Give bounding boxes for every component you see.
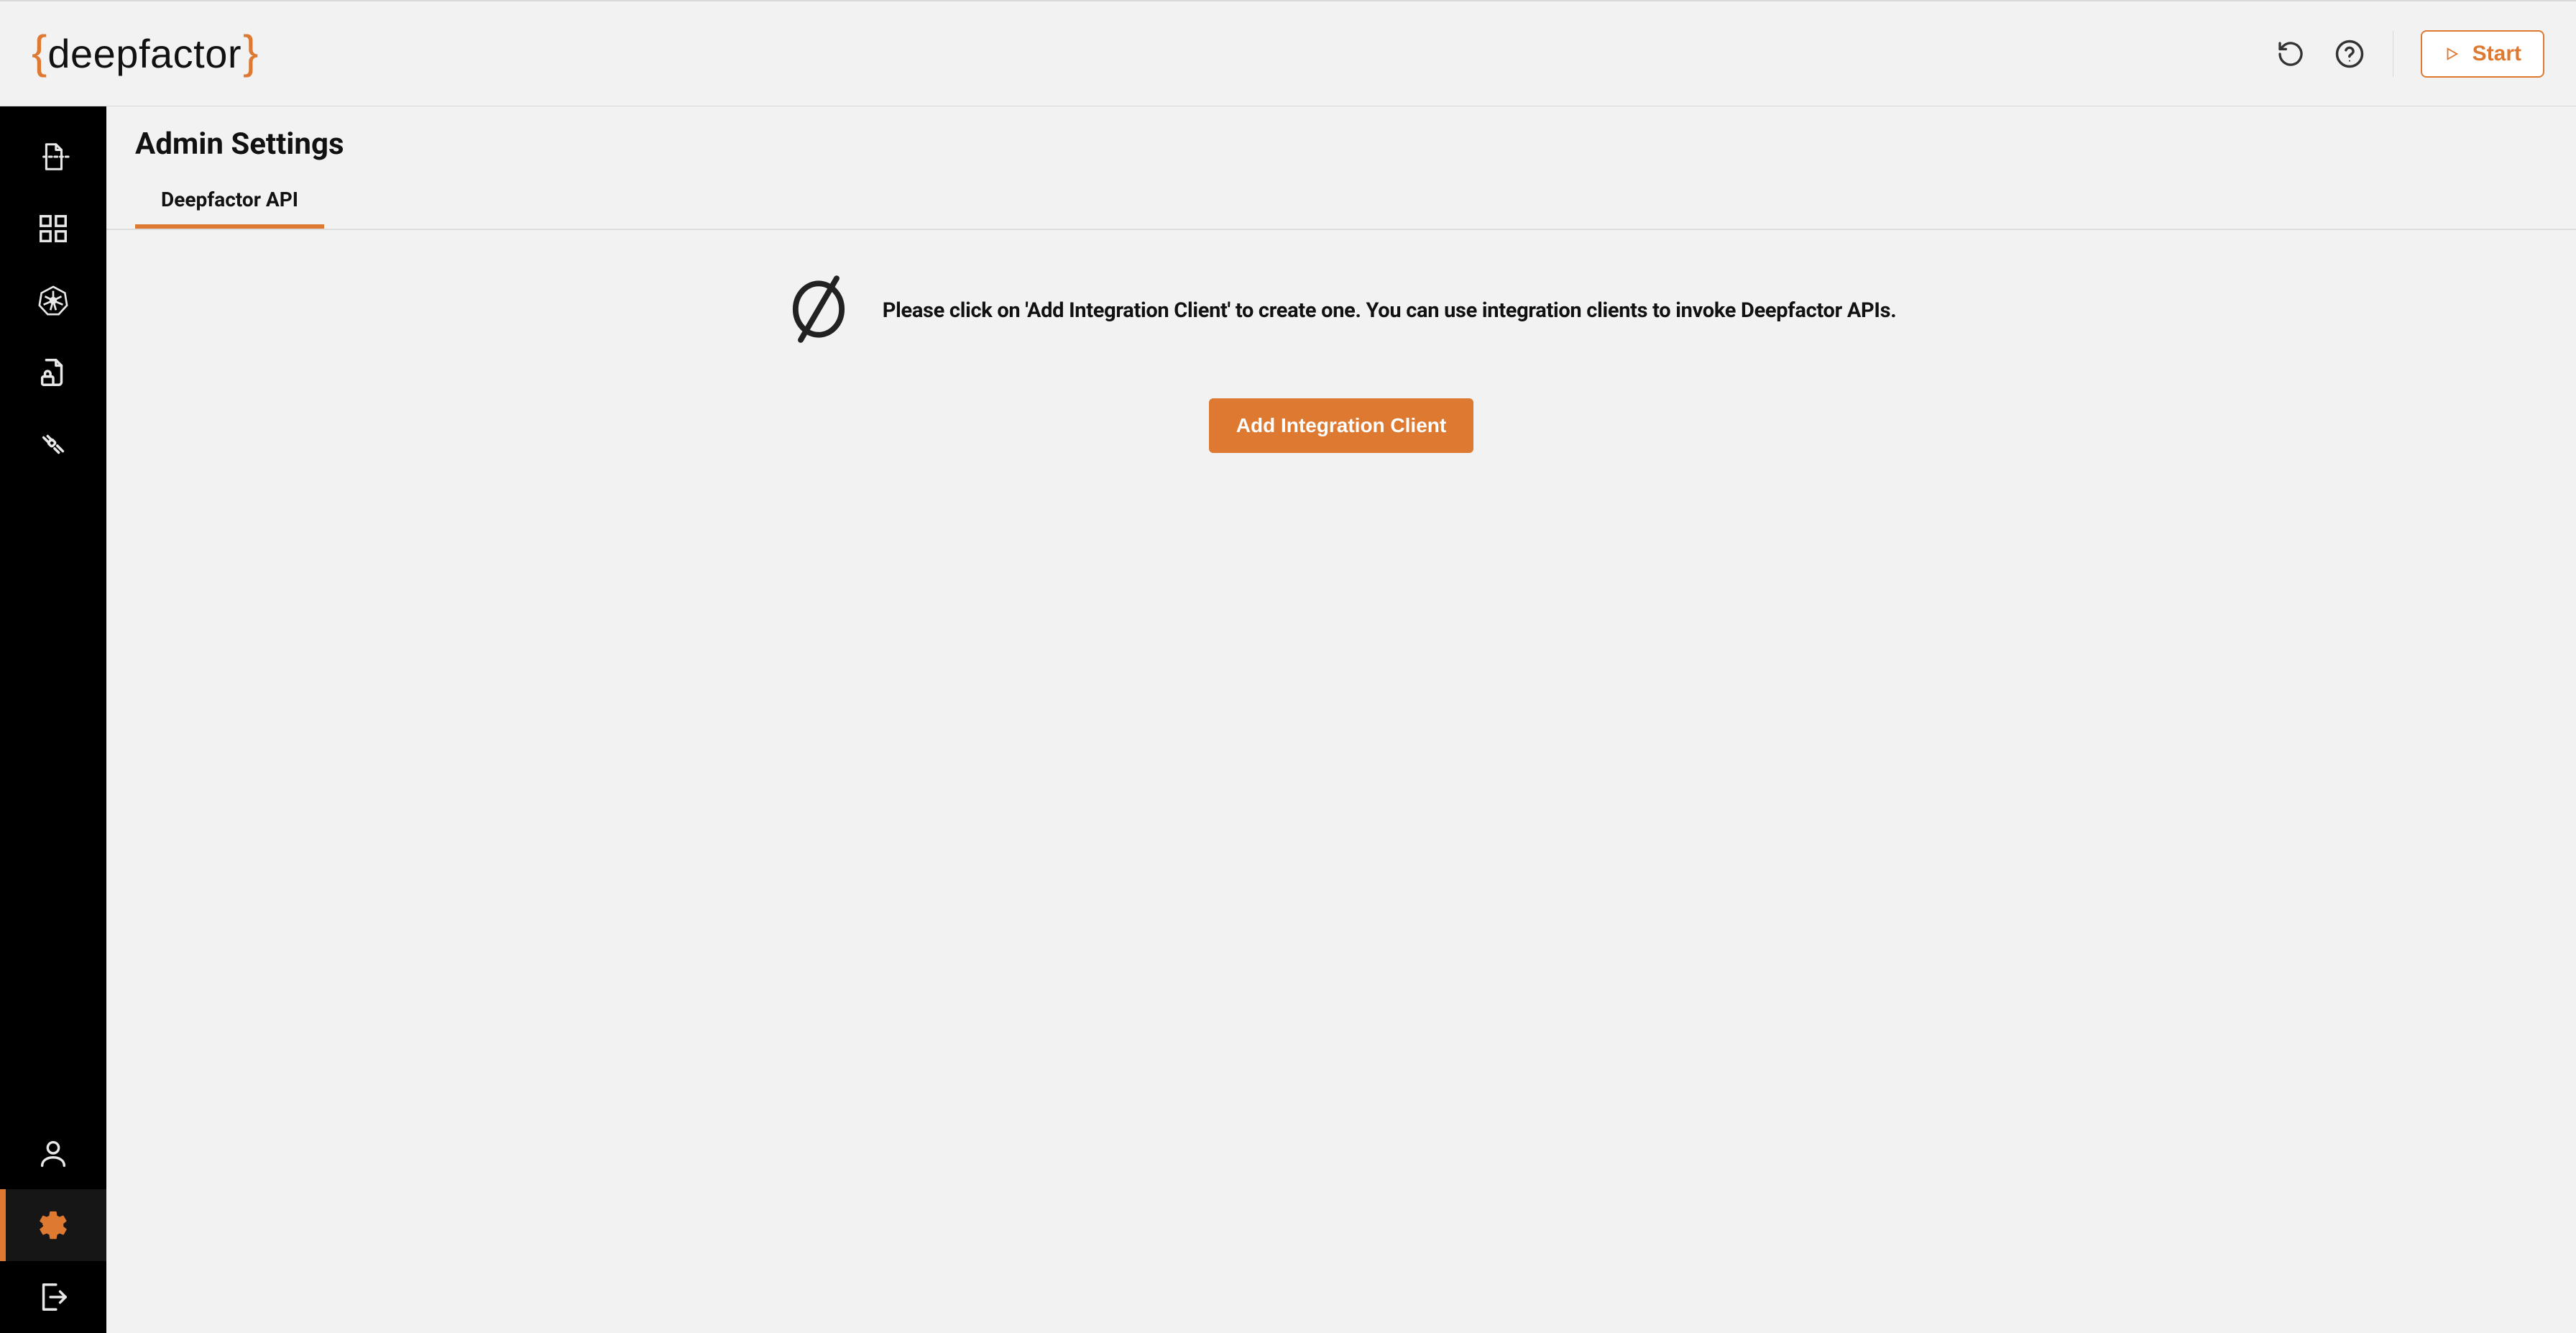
body: Admin Settings Deepfactor API Please cli… bbox=[0, 106, 2576, 1333]
sidebar-item-user[interactable] bbox=[0, 1117, 106, 1189]
add-integration-client-button[interactable]: Add Integration Client bbox=[1209, 398, 1473, 453]
brace-open: { bbox=[32, 25, 46, 78]
sidebar-item-settings[interactable] bbox=[0, 1189, 106, 1261]
help-button[interactable] bbox=[2334, 38, 2365, 70]
sidebar-item-insights[interactable] bbox=[0, 121, 106, 193]
add-button-label: Add Integration Client bbox=[1236, 414, 1446, 436]
refresh-button[interactable] bbox=[2275, 38, 2306, 70]
tab-deepfactor-api[interactable]: Deepfactor API bbox=[135, 175, 324, 229]
brand-name: deepfactor bbox=[46, 30, 243, 77]
brace-close: } bbox=[243, 25, 257, 78]
tab-content: Please click on 'Add Integration Client'… bbox=[106, 230, 2576, 1333]
app-root: { deepfactor } Start bbox=[0, 0, 2576, 1333]
refresh-icon bbox=[2276, 40, 2305, 68]
topbar-right: Start bbox=[2275, 30, 2544, 78]
help-icon bbox=[2334, 39, 2365, 69]
page-title: Admin Settings bbox=[106, 106, 2576, 175]
tabs: Deepfactor API bbox=[106, 175, 2576, 230]
main: Admin Settings Deepfactor API Please cli… bbox=[106, 106, 2576, 1333]
sidebar bbox=[0, 106, 106, 1333]
start-label: Start bbox=[2472, 42, 2521, 66]
empty-message: Please click on 'Add Integration Client'… bbox=[883, 298, 1897, 323]
brand-logo: { deepfactor } bbox=[32, 27, 257, 81]
logout-icon bbox=[37, 1281, 70, 1314]
tab-label: Deepfactor API bbox=[161, 188, 298, 211]
topbar: { deepfactor } Start bbox=[0, 0, 2576, 106]
sidebar-item-integrations[interactable] bbox=[0, 408, 106, 480]
gear-icon bbox=[37, 1209, 70, 1242]
sidebar-item-security[interactable] bbox=[0, 336, 106, 408]
empty-state: Please click on 'Add Integration Client'… bbox=[786, 273, 1897, 348]
sidebar-item-logout[interactable] bbox=[0, 1261, 106, 1333]
file-lock-icon bbox=[37, 356, 70, 389]
grid-icon bbox=[37, 212, 70, 245]
sidebar-spacer bbox=[0, 480, 106, 1117]
play-icon bbox=[2444, 46, 2460, 62]
user-icon bbox=[37, 1137, 70, 1170]
sidebar-item-dashboard[interactable] bbox=[0, 193, 106, 265]
plug-icon bbox=[37, 428, 70, 461]
document-scan-icon bbox=[37, 140, 70, 173]
kubernetes-icon bbox=[37, 284, 70, 317]
empty-set-icon bbox=[786, 273, 851, 348]
sidebar-item-kubernetes[interactable] bbox=[0, 265, 106, 336]
start-button[interactable]: Start bbox=[2421, 30, 2544, 78]
